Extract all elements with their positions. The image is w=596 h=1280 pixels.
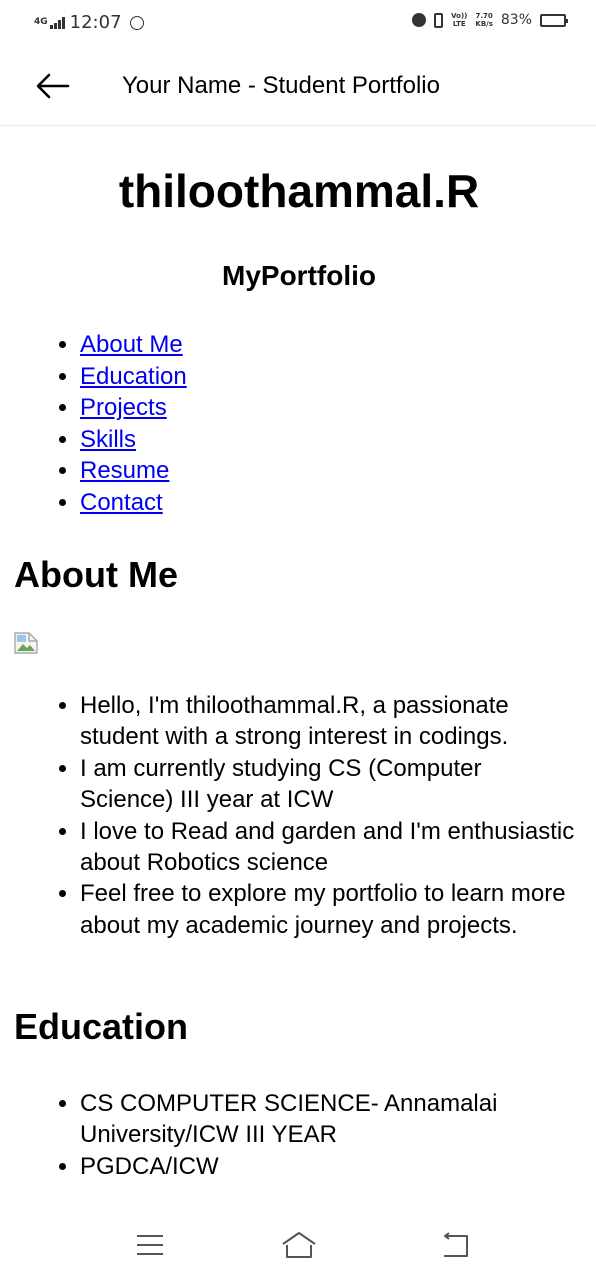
status-bar: 4G 12:07 Vo)) LTE 7.70 KB/s 83% <box>0 0 596 46</box>
system-nav-bar <box>0 1216 596 1280</box>
signal-icon <box>49 16 65 29</box>
home-icon[interactable] <box>280 1230 318 1260</box>
system-back-icon[interactable] <box>440 1232 470 1258</box>
nav-link-education[interactable]: Education <box>80 363 187 390</box>
site-brand: MyPortfolio <box>222 260 376 291</box>
nav-item-projects: Projects <box>80 392 187 424</box>
education-item: CS COMPUTER SCIENCE- Annamalai Universit… <box>80 1088 580 1151</box>
lte-label: LTE <box>452 20 466 28</box>
about-item: Feel free to explore my portfolio to lea… <box>80 878 580 941</box>
nav-link-projects[interactable]: Projects <box>80 394 167 421</box>
volte-indicator: Vo)) LTE <box>451 12 467 28</box>
back-arrow-icon[interactable] <box>36 73 70 99</box>
about-item: I am currently studying CS (Computer Sci… <box>80 753 580 816</box>
nav-menu: About Me Education Projects Skills Resum… <box>14 329 187 519</box>
nav-link-about[interactable]: About Me <box>80 331 183 358</box>
battery-icon <box>540 13 568 27</box>
battery-percent: 83% <box>500 12 532 28</box>
nav-item-education: Education <box>80 361 187 393</box>
volte-label: Vo)) <box>451 12 468 20</box>
nav-link-resume[interactable]: Resume <box>80 457 169 484</box>
broken-image-icon <box>14 632 38 654</box>
status-left: 4G 12:07 <box>34 12 144 33</box>
nav-link-skills[interactable]: Skills <box>80 426 136 453</box>
network-type: 4G <box>34 17 48 27</box>
app-bar: Your Name - Student Portfolio <box>0 46 596 126</box>
speed-unit: KB/s <box>475 20 493 28</box>
whatsapp-icon <box>129 15 144 30</box>
clock: 12:07 <box>69 12 122 33</box>
nav-link-contact[interactable]: Contact <box>80 489 163 516</box>
education-item: PGDCA/ICW <box>80 1151 580 1182</box>
about-heading: About Me <box>14 554 178 595</box>
about-item: I love to Read and garden and I'm enthus… <box>80 816 580 879</box>
nav-item-about: About Me <box>80 329 187 361</box>
nav-item-contact: Contact <box>80 487 187 519</box>
nav-item-resume: Resume <box>80 455 187 487</box>
speed-value: 7.70 <box>475 12 493 20</box>
education-heading: Education <box>14 1006 189 1047</box>
nav-item-skills: Skills <box>80 424 187 456</box>
about-list: Hello, I'm thiloothammal.R, a passionate… <box>14 690 580 941</box>
vibrate-icon <box>434 12 444 28</box>
alarm-icon <box>412 13 427 27</box>
status-right: Vo)) LTE 7.70 KB/s 83% <box>412 12 568 28</box>
recent-apps-icon[interactable] <box>136 1234 164 1256</box>
network-speed: 7.70 KB/s <box>475 12 492 28</box>
app-bar-title: Your Name - Student Portfolio <box>122 72 440 99</box>
page-title: thiloothammal.R <box>118 165 480 217</box>
about-item: Hello, I'm thiloothammal.R, a passionate… <box>80 690 580 753</box>
education-list: CS COMPUTER SCIENCE- Annamalai Universit… <box>14 1088 580 1182</box>
